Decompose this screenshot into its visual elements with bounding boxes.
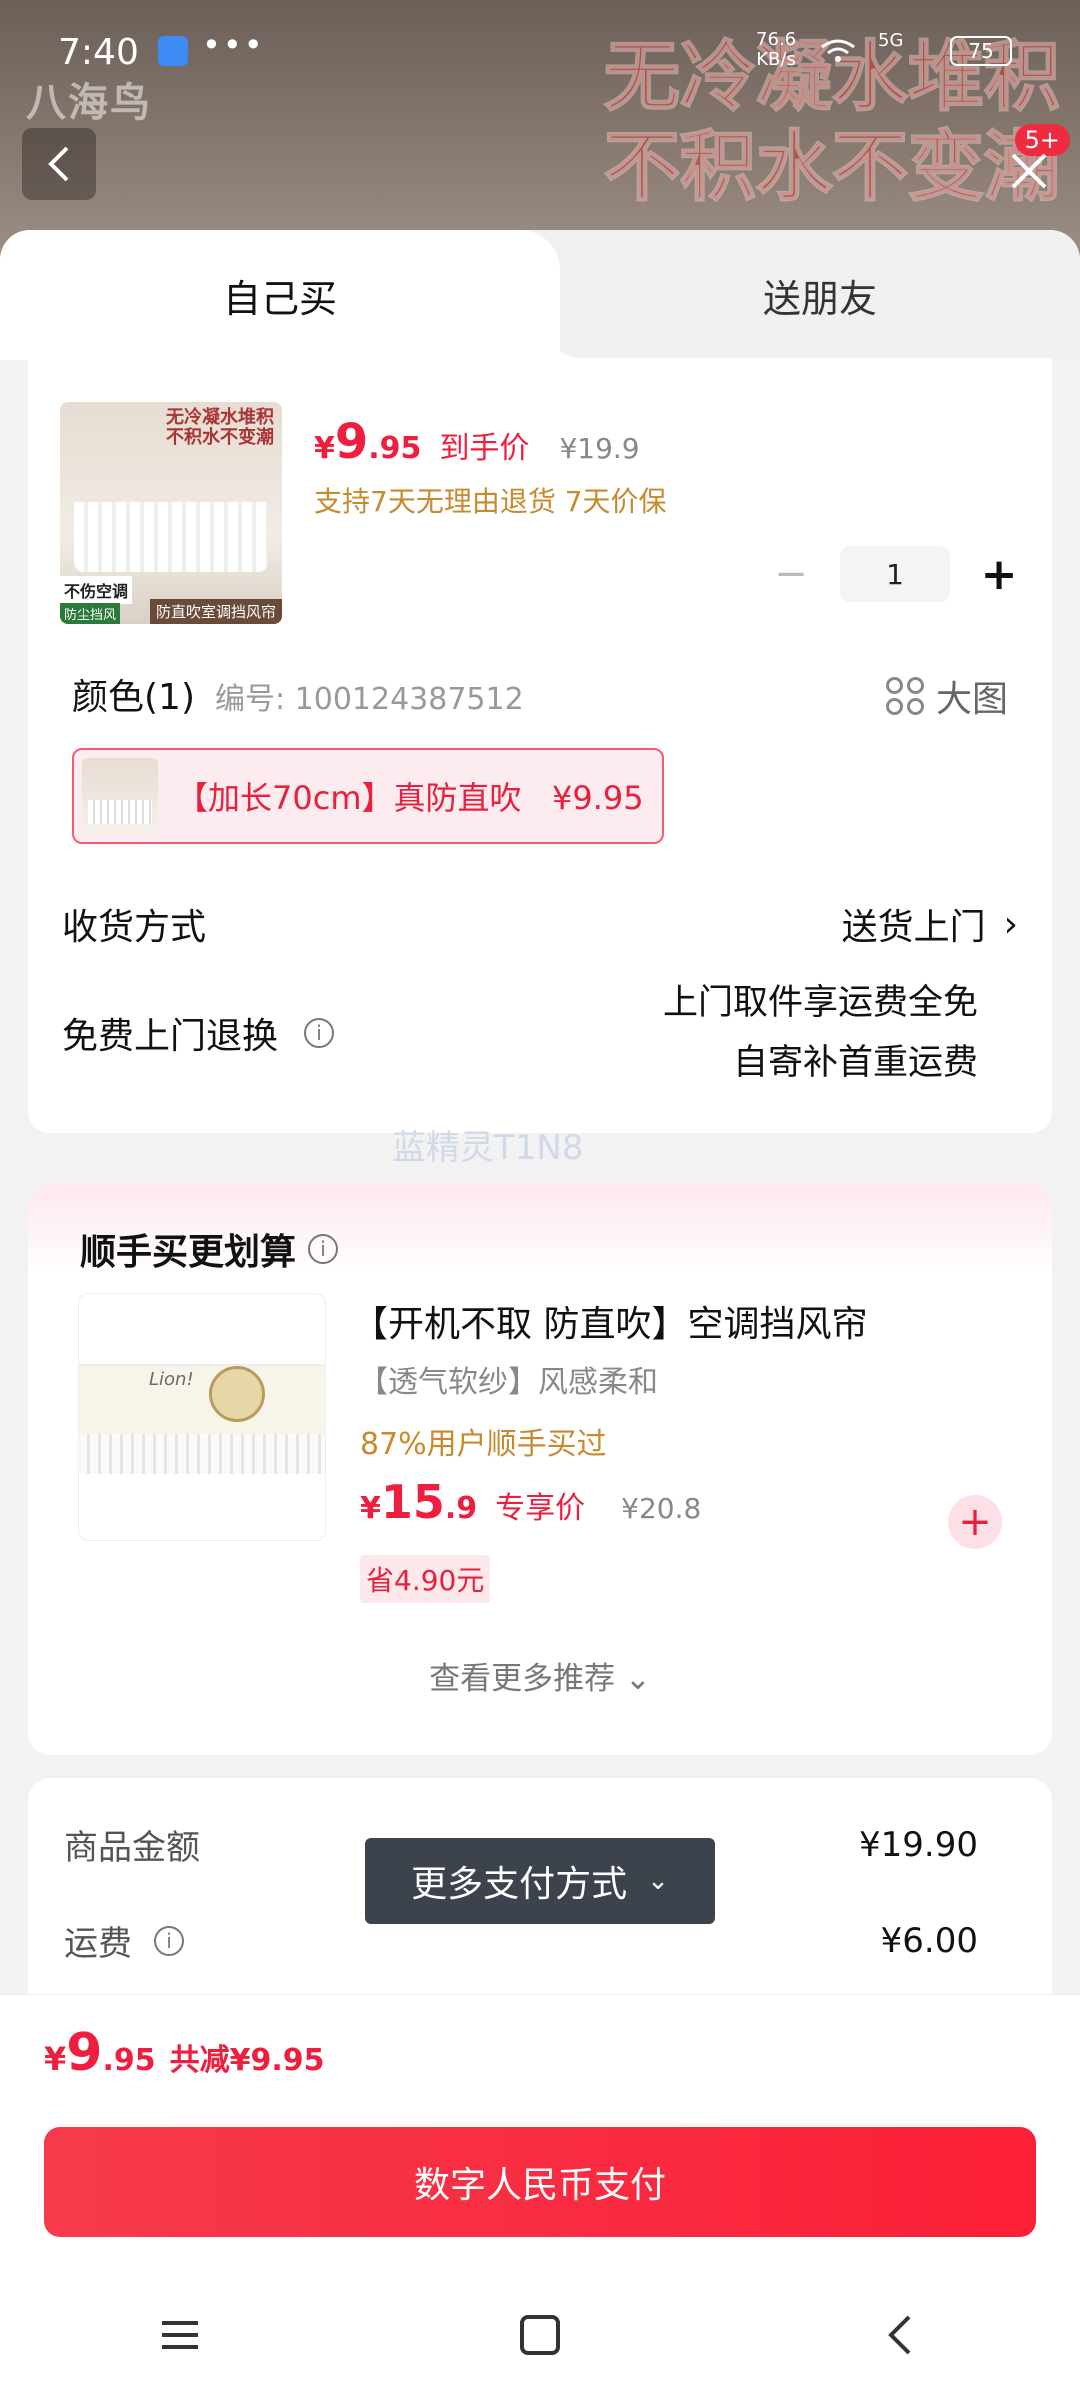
big-image-label: 大图 xyxy=(935,679,1008,720)
shipping-value: 送货上门 › xyxy=(842,898,1018,950)
return-label-text: 免费上门退换 xyxy=(62,1016,279,1057)
freight-label: 运费 i xyxy=(64,1916,184,1965)
total-decimal: .95 xyxy=(102,2043,156,2078)
watermark: 蓝精灵T1N8 xyxy=(392,1128,584,1168)
thumb-body xyxy=(79,1364,325,1434)
more-notifications-icon: ••• xyxy=(202,26,265,64)
thumb-text: Lion! xyxy=(149,1369,194,1390)
total-discount: 共减¥9.95 xyxy=(169,2043,325,2078)
product-price: ¥ 9 .95 到手价 ¥19.9 xyxy=(314,414,640,470)
price-integer: 15 xyxy=(380,1475,445,1529)
big-image-button[interactable]: 大图 xyxy=(885,670,1008,722)
price-decimal: .95 xyxy=(368,431,422,466)
recommend-price: ¥ 15 .9 专享价 ¥20.8 xyxy=(360,1475,701,1529)
spec-header: 颜色(1) 编号: 100124387512 xyxy=(72,668,524,720)
service-guarantee: 支持7天无理由退货 7天价保 xyxy=(314,485,667,518)
purchase-tabs: 自己买 送朋友 xyxy=(0,230,1080,360)
add-recommend-button[interactable]: + xyxy=(948,1495,1002,1549)
total-integer: 9 xyxy=(66,2023,103,2083)
return-label: 免费上门退换 i xyxy=(62,1007,335,1059)
pay-button[interactable]: 数字人民币支付 xyxy=(44,2127,1036,2237)
info-icon[interactable]: i xyxy=(304,1018,335,1048)
freight-value: ¥6.00 xyxy=(880,1920,978,1961)
network-speed: 76.6 KB/s xyxy=(756,29,797,70)
original-price: ¥19.9 xyxy=(559,432,640,465)
home-square-icon xyxy=(520,2315,560,2355)
original-price: ¥20.8 xyxy=(621,1492,702,1525)
recommend-title: 顺手买更划算 i xyxy=(80,1223,339,1275)
price-decimal: .9 xyxy=(444,1491,478,1526)
recommend-product-name[interactable]: 【开机不取 防直吹】空调挡风帘 xyxy=(352,1295,867,1347)
back-arrow-icon xyxy=(48,146,69,182)
info-icon[interactable]: i xyxy=(308,1234,339,1264)
recommend-bought-stat: 87%用户顺手买过 xyxy=(360,1427,607,1462)
battery-icon: 75 xyxy=(950,36,1012,66)
thumb-tag: 防直吹室调挡风帘 xyxy=(149,599,282,624)
return-line1: 上门取件享运费全免 xyxy=(662,983,978,1023)
tab-gift-to-friend[interactable]: 送朋友 xyxy=(560,230,1080,360)
goods-amount-label: 商品金额 xyxy=(64,1828,200,1868)
total-currency: ¥ xyxy=(44,2040,67,2078)
close-button[interactable] xyxy=(1004,146,1054,196)
variant-thumbnail xyxy=(82,758,158,834)
grid-icon xyxy=(885,677,924,715)
close-icon xyxy=(1011,153,1047,189)
thumb-tag: 不伤空调 xyxy=(60,576,133,604)
more-payment-methods-button[interactable]: 更多支付方式 ⌄ xyxy=(365,1838,715,1924)
decrease-quantity-button[interactable]: − xyxy=(766,549,816,599)
shipping-label: 收货方式 xyxy=(62,907,207,948)
variant-label: 【加长70cm】真防直吹 ¥9.95 xyxy=(176,779,644,817)
more-payment-label: 更多支付方式 xyxy=(411,1864,628,1905)
price-label: 到手价 xyxy=(439,431,530,466)
status-time: 7:40 xyxy=(58,32,139,73)
thumb-curtain xyxy=(74,502,268,572)
status-bar: 7:40 ••• 76.6 KB/s 5G 75 xyxy=(0,0,1080,100)
increase-quantity-button[interactable]: + xyxy=(974,549,1024,600)
product-code: 编号: 100124387512 xyxy=(215,682,524,717)
return-value: 上门取件享运费全免 自寄补首重运费 xyxy=(663,973,978,1093)
chevron-right-icon: › xyxy=(1003,903,1018,945)
spec-title: 颜色(1) xyxy=(72,677,195,718)
savings-badge: 省4.90元 xyxy=(360,1555,491,1603)
quantity-stepper: − 1 + xyxy=(766,546,1024,602)
thumb-skirt xyxy=(79,1434,325,1474)
back-nav-button[interactable] xyxy=(870,2305,930,2365)
total-price: ¥ 9 .95 共减¥9.95 xyxy=(44,2023,325,2083)
price-currency: ¥ xyxy=(314,431,335,466)
system-nav-bar xyxy=(0,2280,1080,2390)
back-button[interactable] xyxy=(22,128,96,200)
price-label: 专享价 xyxy=(495,1491,586,1526)
menu-nav-button[interactable] xyxy=(150,2305,210,2365)
free-return-row: 免费上门退换 i 上门取件享运费全免 自寄补首重运费 xyxy=(62,973,978,1093)
price-currency: ¥ xyxy=(360,1491,381,1526)
product-card: 无冷凝水堆积 不积水不变潮 不伤空调 防尘挡风 防直吹室调挡风帘 ¥ 9 .95… xyxy=(28,358,1052,1133)
app-notification-icon xyxy=(158,36,188,66)
variant-option-selected[interactable]: 【加长70cm】真防直吹 ¥9.95 xyxy=(72,748,664,844)
thumb-slogan: 无冷凝水堆积 不积水不变潮 xyxy=(166,407,274,448)
product-thumbnail[interactable]: 无冷凝水堆积 不积水不变潮 不伤空调 防尘挡风 防直吹室调挡风帘 xyxy=(60,402,282,624)
freight-label-text: 运费 xyxy=(64,1924,132,1964)
lion-icon xyxy=(209,1366,265,1422)
home-nav-button[interactable] xyxy=(510,2305,570,2365)
wifi-icon xyxy=(818,34,858,74)
tab-buy-for-self[interactable]: 自己买 xyxy=(0,230,590,360)
recommend-title-text: 顺手买更划算 xyxy=(80,1232,297,1273)
price-integer: 9 xyxy=(334,414,369,470)
shipping-method-row[interactable]: 收货方式 送货上门 › xyxy=(62,898,1018,950)
shipping-value-text: 送货上门 xyxy=(841,907,986,948)
quantity-input[interactable]: 1 xyxy=(840,546,950,602)
info-icon[interactable]: i xyxy=(154,1925,184,1956)
chevron-down-icon: ⌄ xyxy=(647,1866,669,1896)
recommend-card: 顺手买更划算 i Lion! 【开机不取 防直吹】空调挡风帘 【透气软纱】风感柔… xyxy=(28,1185,1052,1755)
recommend-thumbnail[interactable]: Lion! xyxy=(78,1293,326,1541)
see-more-recommendations[interactable]: 查看更多推荐 ⌄ xyxy=(28,1653,1052,1698)
thumb-tag: 防尘挡风 xyxy=(60,603,121,624)
back-nav-icon xyxy=(888,2315,911,2355)
goods-amount-value: ¥19.90 xyxy=(859,1824,978,1865)
recommend-subtitle: 【透气软纱】风感柔和 xyxy=(358,1365,658,1400)
menu-icon xyxy=(162,2321,198,2349)
slogan-line2: 不积水不变潮 xyxy=(603,121,1061,212)
return-line2: 自寄补首重运费 xyxy=(732,1043,978,1083)
signal-icon: 5G xyxy=(878,30,904,51)
